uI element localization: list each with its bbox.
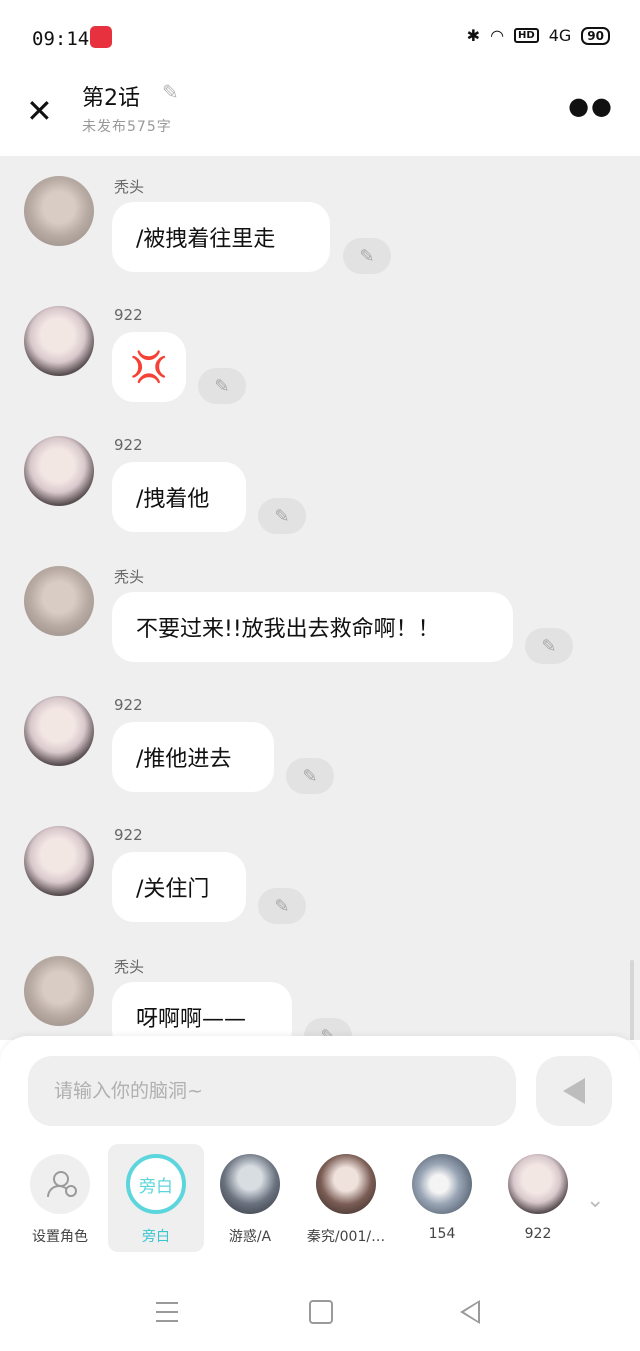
signal-icon: 4G <box>548 26 572 45</box>
chapter-title: 第2话 <box>82 86 140 111</box>
close-icon[interactable]: ✕ <box>26 92 53 130</box>
status-icons: ✱ ◠ HD 4G 90 <box>467 26 610 45</box>
avatar[interactable] <box>24 436 94 506</box>
role-154[interactable]: 154 <box>394 1144 490 1252</box>
edit-message-icon[interactable]: ✎ <box>286 758 334 794</box>
speaker-name: 秃头 <box>114 958 145 976</box>
speaker-name: 秃头 <box>114 568 145 586</box>
anger-emoji-icon: 💢 <box>130 349 168 385</box>
wifi-icon: ◠ <box>490 26 505 45</box>
chevron-down-icon[interactable]: ⌄ <box>586 1188 604 1213</box>
send-button[interactable] <box>536 1056 612 1126</box>
hd-icon: HD <box>514 28 539 43</box>
role-label: 秦究/001/… <box>306 1229 386 1245</box>
speaker-name: 922 <box>114 436 143 454</box>
chat-area[interactable]: 秃头 /被拽着往里走 ✎ 922 💢 ✎ 922 /拽着他 ✎ 秃头 不要过来!… <box>0 156 640 1040</box>
message-row: 秃头 呀啊啊—— ✎ <box>0 936 640 1040</box>
message-bubble[interactable]: 呀啊啊—— <box>112 982 292 1040</box>
role-922[interactable]: 922 <box>490 1144 586 1252</box>
message-row: 秃头 不要过来!!放我出去救命啊！！ ✎ <box>0 546 640 676</box>
speaker-name: 922 <box>114 826 143 844</box>
message-bubble[interactable]: 💢 <box>112 332 186 402</box>
status-time: 09:14 <box>32 28 90 50</box>
battery-icon: 90 <box>581 26 610 45</box>
role-label: 922 <box>524 1226 552 1242</box>
message-row: 922 /关住门 ✎ <box>0 806 640 936</box>
chapter-status: 未发布575字 <box>82 119 172 135</box>
bluetooth-icon: ✱ <box>466 26 481 45</box>
edit-message-icon[interactable]: ✎ <box>343 238 391 274</box>
edit-message-icon[interactable]: ✎ <box>198 368 246 404</box>
person-settings-icon <box>47 1171 77 1197</box>
message-row: 922 /拽着他 ✎ <box>0 416 640 546</box>
avatar[interactable] <box>24 956 94 1026</box>
role-label: 旁白 <box>142 1229 170 1245</box>
message-bubble[interactable]: /拽着他 <box>112 462 246 532</box>
set-role-button[interactable]: 设置角色 <box>12 1144 108 1252</box>
edit-title-icon[interactable]: ✎ <box>162 80 179 104</box>
app-notification-icon <box>90 26 112 48</box>
edit-message-icon[interactable]: ✎ <box>258 888 306 924</box>
system-nav-bar <box>0 1276 640 1351</box>
role-label: 154 <box>428 1226 456 1242</box>
chat-scrollbar[interactable] <box>630 960 634 1040</box>
avatar <box>412 1154 472 1214</box>
story-input[interactable] <box>28 1056 516 1126</box>
message-bubble[interactable]: /推他进去 <box>112 722 274 792</box>
edit-message-icon[interactable]: ✎ <box>525 628 573 664</box>
avatar[interactable] <box>24 696 94 766</box>
role-label: 游惑/A <box>228 1229 272 1245</box>
composer-panel: 设置角色 旁白 旁白 游惑/A 秦究/001/… 154 922 ⌄ <box>0 1036 640 1276</box>
speaker-name: 922 <box>114 306 143 324</box>
role-label: 设置角色 <box>32 1229 88 1245</box>
edit-message-icon[interactable]: ✎ <box>258 498 306 534</box>
speaker-name: 922 <box>114 696 143 714</box>
more-options-icon[interactable]: ●● <box>568 92 614 120</box>
avatar <box>220 1154 280 1214</box>
role-qinjiu[interactable]: 秦究/001/… <box>298 1144 394 1252</box>
recent-apps-icon[interactable] <box>156 1302 178 1322</box>
role-narrator[interactable]: 旁白 旁白 <box>108 1144 204 1252</box>
status-bar: 09:14 ✱ ◠ HD 4G 90 <box>0 0 640 78</box>
narrator-avatar: 旁白 <box>126 1154 186 1214</box>
back-icon[interactable] <box>460 1300 480 1324</box>
send-icon <box>563 1078 585 1104</box>
editor-header: ✕ 第2话 ✎ 未发布575字 ●● <box>0 78 640 156</box>
avatar[interactable] <box>24 176 94 246</box>
avatar[interactable] <box>24 306 94 376</box>
role-youhuo[interactable]: 游惑/A <box>202 1144 298 1252</box>
message-bubble[interactable]: 不要过来!!放我出去救命啊！！ <box>112 592 513 662</box>
message-row: 秃头 /被拽着往里走 ✎ <box>0 156 640 286</box>
avatar[interactable] <box>24 826 94 896</box>
avatar <box>508 1154 568 1214</box>
message-bubble[interactable]: /被拽着往里走 <box>112 202 330 272</box>
avatar[interactable] <box>24 566 94 636</box>
message-bubble[interactable]: /关住门 <box>112 852 246 922</box>
speaker-name: 秃头 <box>114 178 145 196</box>
avatar <box>316 1154 376 1214</box>
set-role-icon-wrap <box>30 1154 90 1214</box>
message-row: 922 💢 ✎ <box>0 286 640 416</box>
message-row: 922 /推他进去 ✎ <box>0 676 640 806</box>
home-icon[interactable] <box>309 1300 333 1324</box>
role-selector: 设置角色 旁白 旁白 游惑/A 秦究/001/… 154 922 ⌄ <box>0 1144 640 1254</box>
